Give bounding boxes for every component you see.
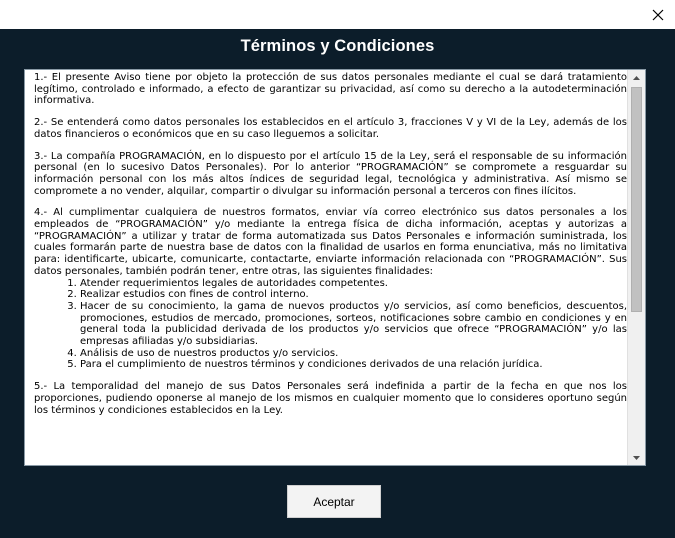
list-item: Para el cumplimiento de nuestros término…: [80, 359, 627, 371]
scroll-up-button[interactable]: [628, 70, 645, 85]
chevron-down-icon: [633, 455, 640, 460]
scrollbar-thumb[interactable]: [631, 87, 642, 312]
scroll-down-button[interactable]: [628, 450, 645, 465]
purposes-list: Atender requerimientos legales de autori…: [34, 278, 627, 372]
list-item: Análisis de uso de nuestros productos y/…: [80, 348, 627, 360]
close-icon: [652, 9, 664, 20]
dialog-title: Términos y Condiciones: [240, 37, 435, 55]
terms-paragraph-4: 4.- Al cumplimentar cualquiera de nuestr…: [34, 207, 627, 277]
terms-paragraph-2: 2.- Se entenderá como datos personales l…: [34, 117, 627, 140]
terms-paragraph-1: 1.- El presente Aviso tiene por objeto l…: [34, 72, 627, 107]
list-item: Realizar estudios con fines de control i…: [80, 289, 627, 301]
list-item: Atender requerimientos legales de autori…: [80, 278, 627, 290]
terms-paragraph-5: 5.- La temporalidad del manejo de sus Da…: [34, 381, 627, 416]
terms-content: 1.- El presente Aviso tiene por objeto l…: [34, 72, 627, 464]
accept-button[interactable]: Aceptar: [287, 485, 381, 518]
terms-textbox[interactable]: 1.- El presente Aviso tiene por objeto l…: [24, 69, 646, 466]
close-button[interactable]: [641, 0, 675, 29]
list-item: Hacer de su conocimiento, la gama de nue…: [80, 301, 627, 348]
terms-paragraph-3: 3.- La compañía PROGRAMACIÓN, en lo disp…: [34, 150, 627, 197]
terms-dialog: Términos y Condiciones 1.- El presente A…: [0, 29, 675, 538]
vertical-scrollbar[interactable]: [627, 70, 645, 465]
chevron-up-icon: [633, 75, 640, 80]
window-titlebar: [0, 0, 675, 29]
